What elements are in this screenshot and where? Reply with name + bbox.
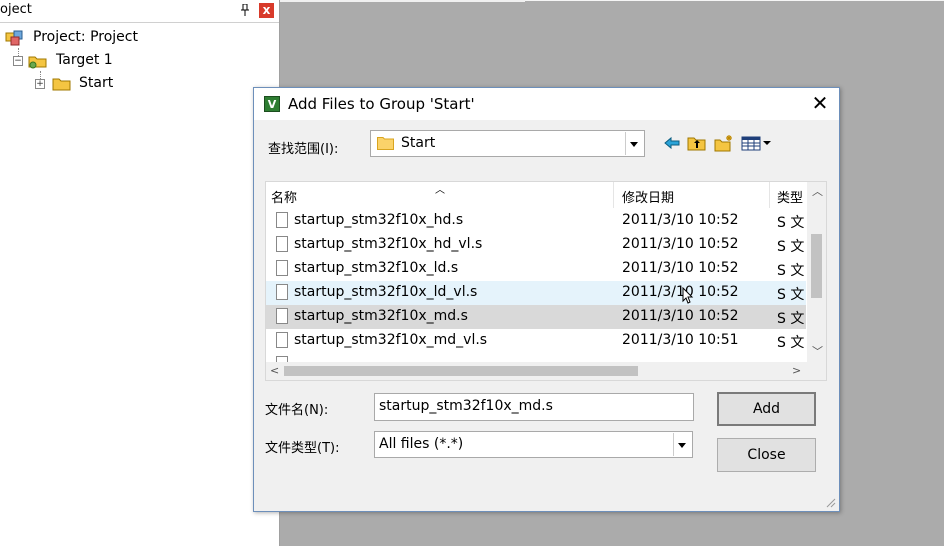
chevron-down-icon[interactable]	[673, 433, 691, 456]
tree-item-label: Start	[79, 75, 114, 91]
file-icon	[276, 332, 288, 348]
resize-grip-icon[interactable]	[824, 496, 836, 508]
view-menu-icon[interactable]	[741, 134, 775, 152]
tree-item-project[interactable]: Project: Project	[0, 28, 200, 48]
file-row-partial[interactable]	[266, 353, 806, 362]
file-name: startup_stm32f10x_hd.s	[294, 212, 464, 228]
pin-icon[interactable]	[240, 3, 250, 16]
vertical-scrollbar[interactable]: ︿ ﹀	[807, 182, 826, 362]
look-in-select[interactable]: Start	[370, 130, 645, 157]
file-name-label: 文件名(N):	[265, 403, 329, 418]
horizontal-scrollbar[interactable]: < >	[266, 362, 826, 380]
file-date: 2011/3/10 10:52	[622, 284, 739, 300]
file-row[interactable]: startup_stm32f10x_hd_vl.s 2011/3/10 10:5…	[266, 233, 806, 257]
column-header: ︿ 名称 修改日期 类型	[266, 182, 806, 208]
file-row[interactable]: startup_stm32f10x_hd.s 2011/3/10 10:52 S…	[266, 209, 806, 233]
column-date-header[interactable]: 修改日期	[622, 187, 674, 206]
file-row[interactable]: startup_stm32f10x_md_vl.s 2011/3/10 10:5…	[266, 329, 806, 353]
look-in-label: 查找范围(I):	[268, 142, 339, 157]
file-type-select[interactable]: All files (*.*)	[374, 431, 693, 458]
scroll-left-icon[interactable]: <	[270, 365, 279, 377]
file-type: S 文	[777, 263, 805, 279]
file-name: startup_stm32f10x_hd_vl.s	[294, 236, 483, 252]
file-icon	[276, 284, 288, 300]
project-pane: oject x Project: Project − Target 1 + St…	[0, 0, 280, 546]
tree-item-start[interactable]: + Start	[0, 74, 200, 94]
file-row-selected[interactable]: startup_stm32f10x_md.s 2011/3/10 10:52 S…	[266, 305, 806, 329]
scroll-up-icon[interactable]: ︿	[812, 186, 823, 198]
file-type: S 文	[777, 239, 805, 255]
file-icon	[276, 260, 288, 276]
file-row[interactable]: startup_stm32f10x_ld.s 2011/3/10 10:52 S…	[266, 257, 806, 281]
chevron-down-icon[interactable]	[625, 132, 643, 155]
close-icon[interactable]: ✕	[807, 92, 833, 116]
file-name: startup_stm32f10x_ld.s	[294, 260, 459, 276]
project-pane-title: oject	[0, 2, 32, 17]
scroll-right-icon[interactable]: >	[792, 365, 801, 377]
collapse-icon[interactable]: −	[13, 56, 23, 66]
file-icon	[276, 308, 288, 324]
file-list[interactable]: ︿ 名称 修改日期 类型 startup_stm32f10x_hd.s 2011…	[265, 181, 827, 381]
mouse-cursor-icon	[682, 287, 694, 304]
column-divider	[613, 182, 614, 208]
new-folder-icon[interactable]	[714, 134, 734, 152]
file-name-input[interactable]: startup_stm32f10x_md.s	[374, 393, 694, 421]
top-strip	[525, 0, 944, 1]
folder-icon	[52, 78, 71, 91]
expand-icon[interactable]: +	[35, 79, 45, 89]
add-button[interactable]: Add	[717, 392, 816, 426]
file-date: 2011/3/10 10:52	[622, 236, 739, 252]
project-icon	[5, 30, 23, 46]
column-divider	[769, 182, 770, 208]
file-type: S 文	[777, 335, 805, 351]
file-name: startup_stm32f10x_md.s	[294, 308, 468, 324]
file-icon	[276, 236, 288, 252]
tree-item-target[interactable]: − Target 1	[0, 51, 200, 71]
scroll-down-icon[interactable]: ﹀	[812, 346, 823, 358]
file-date: 2011/3/10 10:52	[622, 212, 739, 228]
column-name-header[interactable]: 名称	[271, 187, 297, 206]
look-in-value: Start	[401, 135, 436, 151]
file-type: S 文	[777, 287, 805, 303]
add-files-dialog: V Add Files to Group 'Start' ✕ 查找范围(I): …	[253, 87, 840, 512]
sort-ascending-icon: ︿	[435, 185, 445, 196]
top-strip	[280, 0, 525, 2]
file-row[interactable]: startup_stm32f10x_ld_vl.s 2011/3/10 10:5…	[266, 281, 806, 305]
file-type: S 文	[777, 215, 805, 231]
file-type: S 文	[777, 311, 805, 327]
app-icon: V	[264, 96, 280, 112]
target-folder-icon	[28, 56, 47, 69]
scroll-thumb[interactable]	[811, 234, 822, 298]
tree-item-label: Project: Project	[33, 29, 138, 45]
dialog-titlebar[interactable]: V Add Files to Group 'Start' ✕	[254, 88, 839, 120]
up-folder-icon[interactable]	[687, 134, 707, 152]
file-name: startup_stm32f10x_md_vl.s	[294, 332, 488, 348]
file-icon	[276, 212, 288, 228]
dialog-title: Add Files to Group 'Start'	[288, 95, 475, 113]
scroll-thumb[interactable]	[284, 366, 638, 376]
file-date: 2011/3/10 10:51	[622, 332, 739, 348]
back-arrow-icon[interactable]	[662, 134, 682, 152]
close-pane-icon[interactable]: x	[259, 3, 274, 18]
close-button[interactable]: Close	[717, 438, 816, 472]
file-date: 2011/3/10 10:52	[622, 308, 739, 324]
file-type-label: 文件类型(T):	[265, 441, 340, 456]
project-pane-header: oject x	[0, 0, 279, 23]
file-name-value: startup_stm32f10x_md.s	[379, 398, 553, 414]
tree-item-label: Target 1	[56, 52, 113, 68]
column-type-header[interactable]: 类型	[777, 187, 803, 206]
folder-icon	[377, 137, 394, 150]
file-name: startup_stm32f10x_ld_vl.s	[294, 284, 478, 300]
file-date: 2011/3/10 10:52	[622, 260, 739, 276]
file-type-value: All files (*.*)	[379, 436, 464, 452]
